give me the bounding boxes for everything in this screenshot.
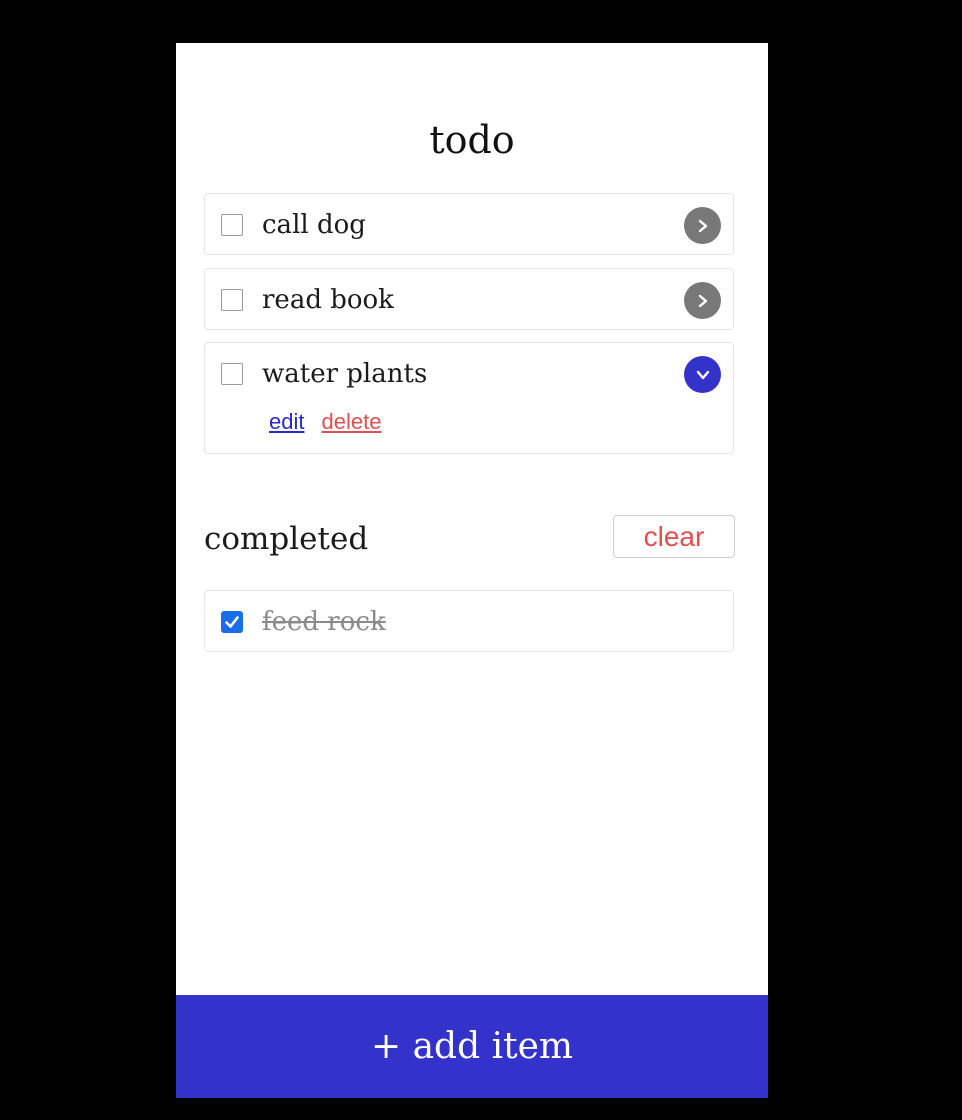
todo-label: feed rock [262, 607, 386, 637]
todo-checkbox[interactable] [221, 289, 243, 311]
clear-button[interactable]: clear [613, 515, 735, 558]
edit-link[interactable]: edit [269, 409, 304, 434]
expand-toggle-button[interactable] [684, 282, 721, 319]
item-actions: edit delete [269, 409, 381, 435]
todo-label: read book [262, 285, 394, 315]
checkmark-icon [225, 616, 239, 628]
todo-item-water-plants: water plants edit delete [204, 342, 734, 454]
chevron-right-icon [698, 219, 707, 232]
chevron-down-icon [696, 370, 709, 379]
todo-checkbox-checked[interactable] [221, 611, 243, 633]
delete-link[interactable]: delete [321, 409, 381, 434]
todo-checkbox[interactable] [221, 363, 243, 385]
expand-toggle-button[interactable] [684, 207, 721, 244]
todo-item-call-dog: call dog [204, 193, 734, 255]
todo-label: call dog [262, 210, 366, 240]
collapse-toggle-button[interactable] [684, 356, 721, 393]
todo-label: water plants [262, 359, 428, 389]
chevron-right-icon [698, 294, 707, 307]
completed-heading: completed [204, 521, 369, 557]
todo-item-read-book: read book [204, 268, 734, 330]
completed-item-feed-rock: feed rock [204, 590, 734, 652]
todo-app: todo call dog read book water plants edi… [176, 43, 768, 1098]
page-title: todo [429, 118, 515, 162]
todo-checkbox[interactable] [221, 214, 243, 236]
add-item-button[interactable]: + add item [176, 995, 768, 1098]
